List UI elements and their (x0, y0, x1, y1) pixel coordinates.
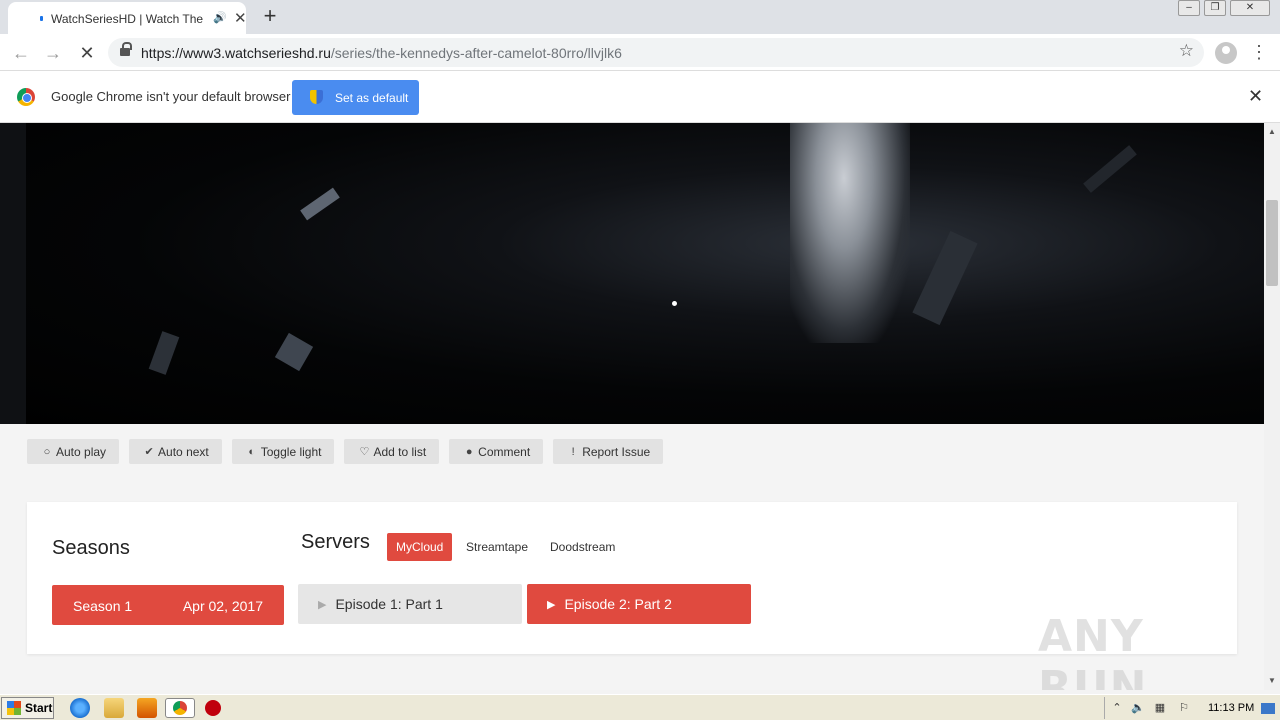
bookmark-star-icon[interactable]: ☆ (1179, 41, 1194, 61)
uac-shield-icon (310, 90, 323, 104)
kebab-menu-icon[interactable]: ⋮ (1250, 41, 1268, 63)
auto-play-button[interactable]: ○ Auto play (27, 439, 120, 464)
speaker-icon[interactable]: 🔊 (213, 11, 227, 24)
player-actions: ○ Auto play ✔ Auto next ◐ Toggle light ♡… (27, 439, 664, 464)
stop-loading-icon[interactable]: ✕ (74, 40, 100, 66)
circle-icon: ○ (43, 445, 51, 458)
episode-2-button[interactable]: ▶ Episode 2: Part 2 (527, 584, 751, 624)
video-shard (274, 332, 314, 372)
page-scrollbar[interactable]: ▲ ▼ (1264, 123, 1280, 690)
episode-1-button[interactable]: ▶ Episode 1: Part 1 (298, 584, 522, 624)
back-arrow-icon[interactable]: ← (8, 40, 34, 66)
minimize-icon[interactable]: – (1178, 0, 1200, 16)
folder-icon[interactable] (104, 698, 124, 718)
comment-button[interactable]: ● Comment (449, 439, 544, 464)
start-button[interactable]: Start (1, 697, 54, 719)
play-icon: ▶ (318, 598, 327, 611)
scroll-down-arrow-icon[interactable]: ▼ (1264, 674, 1280, 688)
season-label: Season 1 (73, 598, 133, 614)
show-desktop-icon[interactable] (1261, 703, 1275, 714)
chrome-taskbar-icon[interactable] (165, 698, 195, 718)
action-center-flag-icon[interactable]: ⚐ (1177, 701, 1191, 715)
contrast-icon: ◐ (248, 445, 256, 458)
infobar-message: Google Chrome isn't your default browser (51, 89, 291, 104)
windows-logo-icon (7, 701, 21, 715)
video-shard (300, 187, 340, 221)
video-shard (1083, 145, 1137, 193)
lock-icon[interactable] (120, 42, 132, 57)
comment-icon: ● (465, 445, 473, 458)
tab-close-icon[interactable]: ✕ (234, 9, 247, 27)
video-left-edge (0, 123, 26, 424)
season-1-button[interactable]: Season 1 Apr 02, 2017 (52, 585, 284, 625)
address-bar[interactable]: https://www3.watchserieshd.ru/series/the… (108, 38, 1204, 67)
network-icon[interactable]: ▦ (1153, 701, 1167, 715)
auto-next-button[interactable]: ✔ Auto next (129, 439, 222, 464)
browser-tab[interactable]: WatchSeriesHD | Watch The Ke 🔊 ✕ (8, 2, 247, 34)
season-date: Apr 02, 2017 (182, 598, 263, 614)
tab-strip: WatchSeriesHD | Watch The Ke 🔊 ✕ + – ❐ ✕ (0, 0, 1280, 34)
close-window-icon[interactable]: ✕ (1230, 0, 1270, 16)
seasons-heading: Seasons (52, 537, 130, 559)
episode-label: Episode 1: Part 1 (335, 596, 443, 612)
volume-icon[interactable]: 🔈 (1131, 701, 1145, 715)
check-circle-icon: ✔ (144, 446, 154, 458)
profile-avatar-icon[interactable] (1215, 42, 1237, 64)
restore-icon[interactable]: ❐ (1204, 0, 1226, 16)
toggle-light-button[interactable]: ◐ Toggle light (231, 439, 335, 464)
video-player[interactable] (0, 123, 1264, 424)
new-tab-button[interactable]: + (258, 4, 282, 28)
add-to-list-button[interactable]: ♡ Add to list (344, 439, 440, 464)
set-as-default-button[interactable]: Set as default (292, 80, 419, 115)
taskbar-clock[interactable]: 11:13 PM (1208, 702, 1254, 714)
tab-title: WatchSeriesHD | Watch The Ke (51, 12, 203, 26)
video-shard (148, 331, 180, 375)
alert-icon: ! (571, 445, 575, 458)
video-highlight (672, 301, 677, 306)
media-player-icon[interactable] (137, 698, 157, 718)
server-mycloud[interactable]: MyCloud (387, 533, 453, 561)
video-figure (790, 123, 910, 343)
heart-icon: ♡ (359, 446, 370, 458)
set-as-default-label: Set as default (335, 90, 409, 105)
system-tray: ⌃ 🔈 ▦ ⚐ 11:13 PM (1104, 697, 1278, 719)
play-icon: ▶ (547, 598, 556, 611)
server-streamtape[interactable]: Streamtape (457, 533, 537, 561)
tray-expand-icon[interactable]: ⌃ (1110, 701, 1124, 715)
scroll-up-arrow-icon[interactable]: ▲ (1264, 125, 1280, 139)
window-controls: – ❐ ✕ (1178, 0, 1270, 16)
infobar-close-icon[interactable]: ✕ (1248, 86, 1263, 107)
browser-toolbar: ← → ✕ https://www3.watchserieshd.ru/seri… (0, 34, 1280, 71)
anyrun-watermark: ANY RUN (1038, 611, 1148, 690)
start-label: Start (25, 701, 53, 715)
server-doodstream[interactable]: Doodstream (541, 533, 624, 561)
episode-label: Episode 2: Part 2 (564, 596, 672, 612)
default-browser-infobar: Google Chrome isn't your default browser… (0, 71, 1280, 123)
url-text[interactable]: https://www3.watchserieshd.ru/series/the… (141, 45, 622, 61)
loading-icon (40, 16, 43, 21)
video-shard (912, 230, 978, 326)
page-content: ○ Auto play ✔ Auto next ◐ Toggle light ♡… (0, 123, 1264, 690)
chrome-logo-icon (17, 88, 35, 106)
scroll-thumb[interactable] (1266, 200, 1278, 286)
servers-heading: Servers (301, 531, 370, 553)
report-issue-button[interactable]: ! Report Issue (553, 439, 664, 464)
windows-taskbar: Start ⌃ 🔈 ▦ ⚐ 11:13 PM (0, 694, 1280, 720)
internet-explorer-icon[interactable] (70, 698, 90, 718)
forward-arrow-icon[interactable]: → (40, 40, 66, 66)
stop-sign-icon[interactable] (205, 700, 221, 716)
